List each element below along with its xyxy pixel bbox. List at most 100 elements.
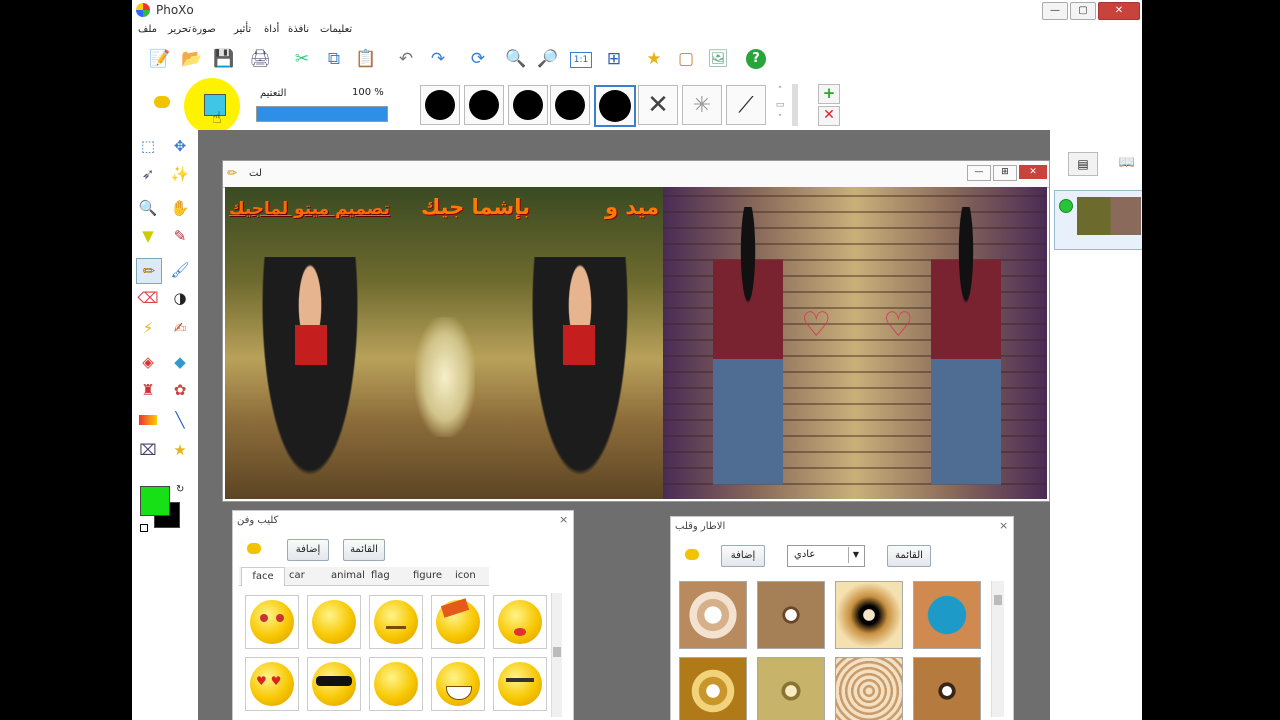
frame-style-dropdown[interactable]: عادي ▼: [787, 545, 865, 567]
zoom-in-icon[interactable]: 🔍: [504, 47, 528, 71]
menu-edit[interactable]: تحرير: [168, 24, 191, 35]
emoji-cell-9[interactable]: [431, 657, 485, 711]
opacity-slider[interactable]: [256, 106, 388, 122]
image-canvas[interactable]: ♡ ♡ تصميم ميتو لماجيك بإشما جيك ميد و: [225, 187, 1047, 499]
minimize-button[interactable]: —: [1042, 2, 1068, 20]
tab-flag[interactable]: flag: [371, 570, 390, 581]
undo-icon[interactable]: ↶: [394, 47, 418, 71]
move-icon[interactable]: ✥: [168, 134, 192, 158]
lightning-icon[interactable]: ⚡: [136, 316, 160, 340]
emoji-cell-10[interactable]: [493, 657, 547, 711]
brush-size-4[interactable]: [550, 85, 590, 125]
magic-wand-icon[interactable]: ✨: [168, 162, 192, 186]
frame-icon[interactable]: ▢: [674, 47, 698, 71]
brush-splatter-icon[interactable]: ✳: [682, 85, 722, 125]
actual-size-icon[interactable]: 1:1: [570, 52, 592, 68]
eyedropper-icon[interactable]: ✎: [168, 224, 192, 248]
paste-icon[interactable]: 📋: [354, 47, 378, 71]
heal-icon[interactable]: ✿: [168, 378, 192, 402]
brush-size-3[interactable]: [508, 85, 548, 125]
frame-list-button[interactable]: القائمة: [887, 545, 931, 567]
emoji-cell-3[interactable]: [369, 595, 423, 649]
clipart-icon[interactable]: 🖼: [706, 47, 730, 71]
brush-size-2[interactable]: [464, 85, 504, 125]
frame-thumb-5[interactable]: [679, 657, 747, 720]
emoji-cell-6[interactable]: ♥ ♥: [245, 657, 299, 711]
tab-icon[interactable]: icon: [455, 570, 476, 581]
add-brush-icon[interactable]: +: [818, 84, 840, 104]
history-tab-icon[interactable]: 📖: [1114, 152, 1140, 174]
clipart-close-icon[interactable]: ×: [559, 513, 568, 526]
menu-tool[interactable]: أداة: [264, 24, 279, 35]
gradient-icon[interactable]: [136, 408, 160, 432]
layer-visible-icon[interactable]: [1059, 199, 1073, 213]
zoom-out-icon[interactable]: 🔎: [536, 47, 560, 71]
tab-face[interactable]: face: [241, 567, 285, 586]
brush-scrollbar[interactable]: [792, 84, 798, 126]
emoji-cell-7[interactable]: [307, 657, 361, 711]
frame-thumb-6[interactable]: [757, 657, 825, 720]
brush-cross-icon[interactable]: ✕: [638, 85, 678, 125]
save-icon[interactable]: 💾: [212, 47, 236, 71]
image-maximize-button[interactable]: ⊞: [993, 165, 1017, 181]
open-folder-icon[interactable]: 📂: [180, 47, 204, 71]
frame-scrollbar[interactable]: [991, 581, 1004, 717]
remove-brush-icon[interactable]: ✕: [818, 106, 840, 126]
smudge-icon[interactable]: ✍: [168, 316, 192, 340]
tab-car[interactable]: car: [289, 570, 305, 581]
menu-window[interactable]: نافذة: [288, 24, 309, 35]
layer-item[interactable]: [1054, 190, 1142, 250]
frame-thumb-1[interactable]: [679, 581, 747, 649]
color-replace-icon[interactable]: ◆: [168, 350, 192, 374]
copy-icon[interactable]: ⧉: [322, 47, 346, 71]
frame-thumb-3[interactable]: [835, 581, 903, 649]
emoji-cell-4[interactable]: [431, 595, 485, 649]
menu-image[interactable]: صورة: [192, 24, 216, 35]
menu-help[interactable]: تعليمات: [320, 24, 352, 35]
refresh-icon[interactable]: ⟳: [466, 47, 490, 71]
rect-select-icon[interactable]: ⬚: [136, 134, 160, 158]
fill-tool-icon[interactable]: ▼: [136, 224, 160, 248]
brush-spin-arrows[interactable]: ˄ ▭ ˅: [772, 84, 788, 126]
fit-window-icon[interactable]: ⊞: [602, 47, 626, 71]
zoom-tool-icon[interactable]: 🔍: [136, 196, 160, 220]
text-tool-icon[interactable]: ⌧: [136, 438, 160, 462]
hand-tool-icon[interactable]: ✋: [168, 196, 192, 220]
tab-figure[interactable]: figure: [413, 570, 442, 581]
image-close-button[interactable]: ✕: [1019, 165, 1047, 179]
effects-star-icon[interactable]: ★: [642, 47, 666, 71]
line-tool-icon[interactable]: ╲: [168, 408, 192, 432]
frame-thumb-8[interactable]: [913, 657, 981, 720]
cut-icon[interactable]: ✂: [290, 47, 314, 71]
brush-size-5-selected[interactable]: [594, 85, 636, 127]
brush-tool-icon[interactable]: 🖌: [168, 258, 192, 282]
reset-colors-icon[interactable]: [140, 524, 148, 532]
close-button[interactable]: ✕: [1098, 2, 1140, 20]
maximize-button[interactable]: ▢: [1070, 2, 1096, 20]
new-file-icon[interactable]: 📝: [148, 47, 172, 71]
clipart-add-button[interactable]: إضافة: [287, 539, 329, 561]
emoji-cell-5[interactable]: [493, 595, 547, 649]
emoji-cell-2[interactable]: [307, 595, 361, 649]
emoji-cell-1[interactable]: [245, 595, 299, 649]
image-minimize-button[interactable]: —: [967, 165, 991, 181]
foreground-color-swatch[interactable]: [140, 486, 170, 516]
pencil-tool-icon[interactable]: ✏: [136, 258, 162, 284]
shape-tool-icon[interactable]: ◈: [136, 350, 160, 374]
lasso-icon[interactable]: ➶: [136, 162, 160, 186]
swap-colors-icon[interactable]: ↻: [176, 484, 184, 495]
redo-icon[interactable]: ↷: [426, 47, 450, 71]
frame-add-button[interactable]: إضافة: [721, 545, 765, 567]
contrast-icon[interactable]: ◑: [168, 286, 192, 310]
help-icon[interactable]: ?: [744, 47, 768, 71]
frame-thumb-4[interactable]: [913, 581, 981, 649]
menu-file[interactable]: ملف: [138, 24, 157, 35]
frame-thumb-7[interactable]: [835, 657, 903, 720]
frame-thumb-2[interactable]: [757, 581, 825, 649]
clipart-list-button[interactable]: القائمة: [343, 539, 385, 561]
menu-effect[interactable]: تأثير: [234, 24, 251, 35]
emoji-cell-8[interactable]: [369, 657, 423, 711]
brush-line-icon[interactable]: ⟋: [726, 85, 766, 125]
scan-icon[interactable]: 🖨: [248, 47, 272, 71]
brush-size-1[interactable]: [420, 85, 460, 125]
